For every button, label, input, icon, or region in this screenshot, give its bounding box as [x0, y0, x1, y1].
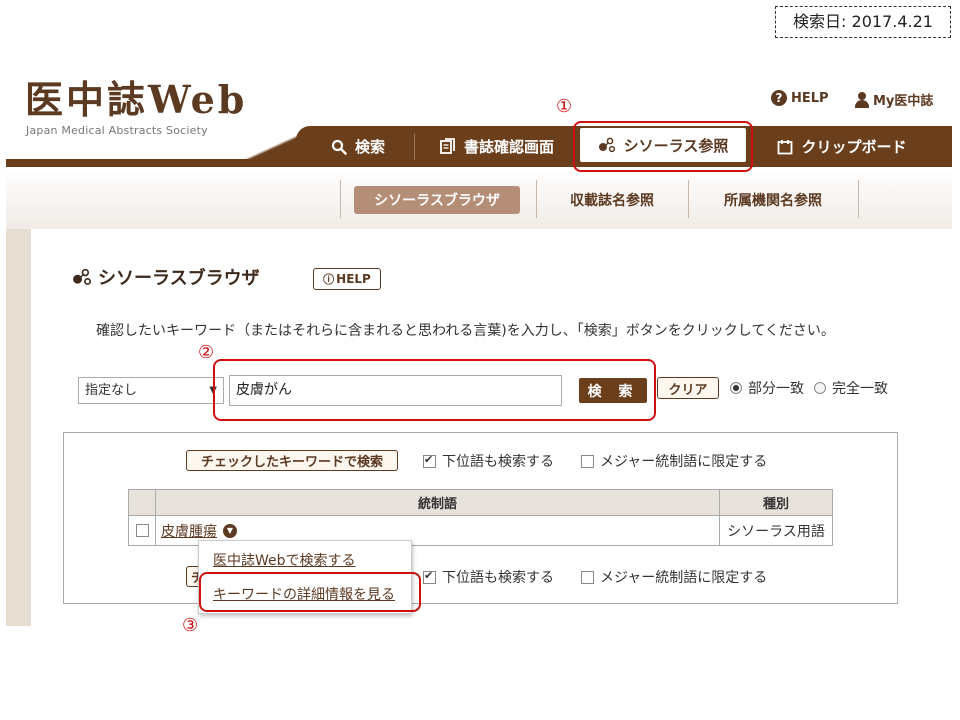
- nav-tab-search[interactable]: 検索: [310, 126, 406, 167]
- question-icon: ⓘ: [323, 273, 335, 286]
- subnav-divider: [536, 180, 537, 218]
- annotation-box-2: [213, 359, 656, 421]
- radio-exact-label: 完全一致: [832, 381, 888, 397]
- major-only-option-bottom[interactable]: メジャー統制語に限定する: [581, 567, 767, 587]
- major-only-checkbox-bottom[interactable]: [581, 570, 594, 584]
- help-link-label: HELP: [791, 90, 829, 106]
- nav-divider: [414, 134, 415, 160]
- nav-tab-bib-confirm[interactable]: 書誌確認画面: [424, 126, 570, 167]
- annotation-box-1: [573, 121, 753, 172]
- radio-partial-label: 部分一致: [748, 381, 804, 397]
- clipboard-icon: [778, 139, 793, 154]
- subnav-divider: [688, 180, 689, 218]
- page-help-label: HELP: [336, 272, 371, 286]
- category-select[interactable]: 指定なし ▼: [78, 377, 224, 404]
- question-icon: ?: [771, 90, 787, 106]
- major-only-option[interactable]: メジャー統制語に限定する: [581, 451, 767, 471]
- nav-tab-bib-confirm-label: 書誌確認画面: [463, 138, 554, 156]
- my-ichushi-label: My医中誌: [873, 94, 934, 109]
- annotation-label-1: ①: [556, 96, 573, 117]
- table-header-term: 統制語: [155, 489, 720, 516]
- annotation-box-3: [199, 572, 421, 612]
- thesaurus-icon: [73, 268, 92, 285]
- clear-button[interactable]: クリア: [657, 377, 719, 399]
- search-date-box: 検索日: 2017.4.21: [775, 6, 951, 38]
- instruction-text: 確認したいキーワード（またはそれらに含まれると思われる言葉)を入力し、「検索」ボ…: [96, 323, 835, 339]
- category-select-value: 指定なし: [85, 383, 138, 398]
- radio-exact-match[interactable]: 完全一致: [814, 378, 888, 398]
- include-lower-label-bottom: 下位語も検索する: [442, 570, 554, 586]
- radio-exact-indicator[interactable]: [814, 382, 826, 394]
- major-only-label: メジャー統制語に限定する: [600, 454, 768, 470]
- chevron-down-icon[interactable]: ▼: [223, 523, 237, 538]
- include-lower-terms-option-bottom[interactable]: 下位語も検索する: [423, 567, 554, 587]
- major-only-checkbox[interactable]: [581, 454, 594, 468]
- table-header-type: 種別: [719, 489, 833, 516]
- table-row-checkbox-cell: [128, 516, 156, 546]
- radio-partial-match[interactable]: 部分一致: [730, 378, 804, 398]
- page-title: シソーラスブラウザ: [72, 264, 260, 290]
- include-lower-terms-option[interactable]: 下位語も検索する: [423, 451, 554, 471]
- term-link[interactable]: 皮膚腫瘍: [161, 521, 217, 541]
- subnav-divider: [340, 180, 341, 218]
- subnav-journal-name[interactable]: 収載誌名参照: [548, 186, 676, 214]
- site-logo-subtitle: Japan Medical Abstracts Society: [26, 124, 208, 137]
- document-icon: [440, 138, 455, 154]
- nav-tab-search-label: 検索: [354, 138, 385, 156]
- menu-item-search-ichushi[interactable]: 医中誌Webで検索する: [213, 550, 356, 570]
- page-title-text: シソーラスブラウザ: [98, 268, 260, 289]
- page-help-button[interactable]: ⓘ HELP: [313, 268, 381, 290]
- include-lower-label: 下位語も検索する: [442, 454, 554, 470]
- include-lower-checkbox[interactable]: [423, 453, 436, 468]
- left-sidebar-strip: [6, 229, 31, 626]
- row-checkbox[interactable]: [135, 524, 149, 537]
- nav-tab-clipboard-label: クリップボード: [801, 138, 907, 156]
- subnav-affiliation-name[interactable]: 所属機関名参照: [702, 186, 844, 214]
- my-ichushi-link[interactable]: My医中誌: [855, 90, 933, 109]
- site-logo[interactable]: 医中誌Web: [25, 78, 247, 122]
- include-lower-checkbox-bottom[interactable]: [423, 569, 436, 584]
- nav-tab-clipboard[interactable]: クリップボード: [764, 126, 920, 167]
- subnav-thesaurus-browser[interactable]: シソーラスブラウザ: [354, 186, 520, 214]
- help-link[interactable]: ? HELP: [771, 90, 829, 106]
- radio-partial-indicator[interactable]: [730, 382, 742, 394]
- table-row-type-cell: シソーラス用語: [719, 516, 833, 546]
- table-header-checkbox-col: [128, 489, 156, 516]
- check-keyword-search-button[interactable]: チェックしたキーワードで検索: [186, 450, 398, 471]
- annotation-label-2: ②: [198, 342, 215, 363]
- major-only-label-bottom: メジャー統制語に限定する: [600, 570, 768, 586]
- user-icon: [855, 91, 869, 108]
- subnav-divider: [858, 180, 859, 218]
- annotation-label-3: ③: [182, 615, 199, 636]
- search-icon: [331, 139, 347, 155]
